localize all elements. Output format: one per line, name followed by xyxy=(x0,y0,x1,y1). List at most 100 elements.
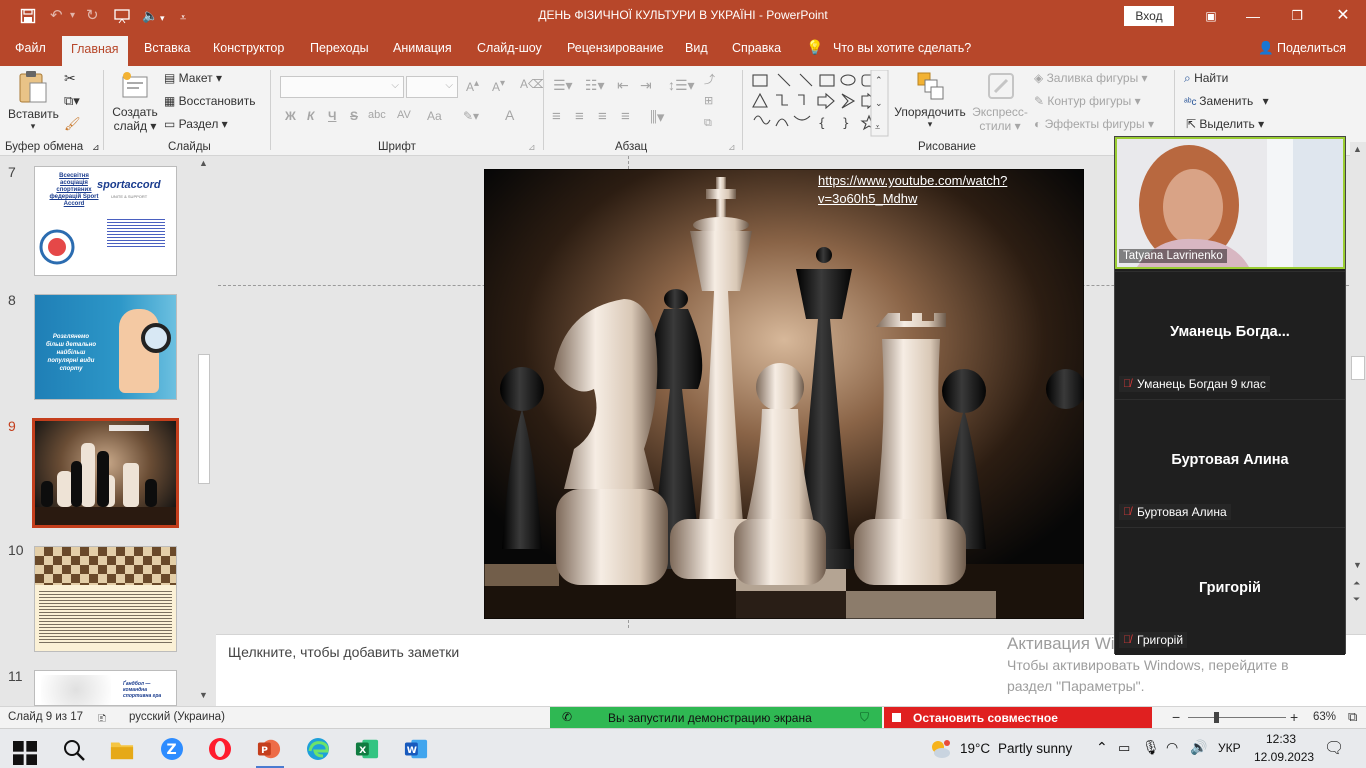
language-indicator[interactable]: русский (Украина) xyxy=(129,711,225,723)
cut-icon[interactable]: ✂ xyxy=(64,70,76,87)
strikethrough-button[interactable]: S xyxy=(350,109,358,123)
minimize-button[interactable]: — xyxy=(1238,4,1268,28)
share-button[interactable]: 👤 Поделиться xyxy=(1258,41,1346,56)
slide-thumbnail-7[interactable]: Всесвітня асоціація спортивних федерацій… xyxy=(34,166,177,276)
clipboard-launcher-icon[interactable]: ⊿ xyxy=(92,142,100,153)
scroll-down-icon[interactable]: ▼ xyxy=(1353,560,1362,570)
tab-home[interactable]: Главная xyxy=(62,36,128,66)
columns-icon[interactable]: ⫼▾ xyxy=(650,108,664,126)
shape-fill-button[interactable]: ◈ Заливка фигуры ▾ xyxy=(1034,71,1148,85)
participant-tile[interactable]: Уманець Богда... 🎙̸ Уманець Богдан 9 клас xyxy=(1115,271,1345,399)
notifications-icon[interactable]: 🗨 xyxy=(1324,738,1344,758)
shape-outline-button[interactable]: ✎ Контур фигуры ▾ xyxy=(1034,94,1141,108)
participant-video-tile[interactable]: Tatyana Lavrinenko xyxy=(1115,137,1345,269)
font-color-button[interactable]: A xyxy=(505,107,514,123)
justify-icon[interactable]: ≡ xyxy=(621,108,630,125)
volume-icon[interactable]: 🔊 xyxy=(1190,739,1207,756)
decrease-indent-icon[interactable]: ⇤ xyxy=(617,77,629,94)
tab-design[interactable]: Конструктор xyxy=(213,41,284,55)
maximize-button[interactable]: ❐ xyxy=(1282,4,1312,28)
zoom-app-icon[interactable]: Z xyxy=(160,737,184,761)
layout-button[interactable]: ▤ Макет ▾ xyxy=(164,71,222,85)
slide-thumbnail-11[interactable]: Ґандбол — командна спортивна гра xyxy=(34,670,177,706)
align-center-icon[interactable]: ≡ xyxy=(575,108,584,125)
tab-file[interactable]: Файл xyxy=(15,41,46,55)
tab-view[interactable]: Вид xyxy=(685,41,708,55)
clear-format-icon[interactable]: A⌫ xyxy=(520,77,545,91)
sign-in-button[interactable]: Вход xyxy=(1124,6,1174,26)
zoom-level[interactable]: 63% xyxy=(1313,711,1336,723)
highlight-icon[interactable]: ✎▾ xyxy=(463,109,479,123)
fit-slide-icon[interactable]: ⧉ xyxy=(1348,709,1357,725)
paste-button[interactable]: Вставить ▾ xyxy=(8,70,59,132)
align-right-icon[interactable]: ≡ xyxy=(598,108,607,125)
line-spacing-icon[interactable]: ↕☰▾ xyxy=(668,77,695,94)
format-painter-icon[interactable]: 🖌 xyxy=(64,116,81,132)
quick-styles-button[interactable]: Экспресс- стили ▾ xyxy=(968,70,1032,133)
select-button[interactable]: ⇱ Выделить ▾ xyxy=(1186,117,1264,131)
align-text-icon[interactable]: ⊞ xyxy=(704,94,713,107)
tell-me-input[interactable]: Что вы хотите сделать? xyxy=(833,41,971,55)
participant-tile[interactable]: Буртовая Алина 🎙̸ Буртовая Алина xyxy=(1115,399,1345,527)
scroll-up-icon[interactable]: ▲ xyxy=(1353,144,1362,154)
scroll-thumb[interactable] xyxy=(1351,356,1365,380)
weather-desc[interactable]: Partly sunny xyxy=(998,741,1072,756)
increase-indent-icon[interactable]: ⇥ xyxy=(640,77,652,94)
scroll-down-icon[interactable]: ▼ xyxy=(199,690,208,700)
stop-share-button[interactable]: Остановить совместное использование xyxy=(884,707,1152,739)
scroll-up-icon[interactable]: ▲ xyxy=(199,158,208,168)
excel-icon[interactable]: X xyxy=(355,737,379,761)
italic-button[interactable]: К xyxy=(307,109,314,123)
slide-scrollbar[interactable]: ▲ ▼ ⏶ ⏷ xyxy=(1350,142,1366,634)
tab-transitions[interactable]: Переходы xyxy=(310,41,369,55)
numbering-icon[interactable]: ☷▾ xyxy=(585,77,605,94)
word-icon[interactable]: W xyxy=(404,737,428,761)
new-slide-button[interactable]: Создать слайд ▾ xyxy=(110,70,160,133)
shapes-gallery[interactable]: {} ⌃ ⌄ ⩡ xyxy=(750,70,890,138)
ribbon-display-icon[interactable]: ▣ xyxy=(1196,4,1226,28)
tab-review[interactable]: Рецензирование xyxy=(567,41,664,55)
zoom-out-icon[interactable]: − xyxy=(1172,709,1180,725)
microphone-icon[interactable]: 🎙 xyxy=(1142,739,1160,756)
align-left-icon[interactable]: ≡ xyxy=(552,108,561,125)
zoom-in-icon[interactable]: + xyxy=(1290,709,1298,725)
replace-button[interactable]: ᵃᵇc Заменить ▾ xyxy=(1184,94,1269,108)
tab-slideshow[interactable]: Слайд-шоу xyxy=(477,41,542,55)
input-language[interactable]: УКР xyxy=(1218,741,1241,755)
close-button[interactable]: ✕ xyxy=(1328,4,1358,28)
section-button[interactable]: ▭ Раздел ▾ xyxy=(164,117,228,131)
slide-thumbnail-8[interactable]: Розглянемо більш детально найбільш попул… xyxy=(34,294,177,400)
text-direction-icon[interactable]: ⤴ xyxy=(704,71,715,87)
scroll-thumb[interactable] xyxy=(198,354,210,484)
clock-time[interactable]: 12:33 xyxy=(1266,732,1296,746)
font-launcher-icon[interactable]: ⊿ xyxy=(528,142,536,153)
battery-icon[interactable]: ▭ xyxy=(1118,740,1130,756)
slide-thumbnail-9-selected[interactable] xyxy=(32,418,179,528)
bullets-icon[interactable]: ☰▾ xyxy=(553,77,573,94)
bold-button[interactable]: Ж xyxy=(285,109,296,123)
tab-animations[interactable]: Анимация xyxy=(393,41,452,55)
weather-temp[interactable]: 19°C xyxy=(960,741,990,756)
notes-placeholder[interactable]: Щелкните, чтобы добавить заметки xyxy=(228,644,459,660)
increase-font-icon[interactable]: A▴ xyxy=(466,78,479,94)
underline-button[interactable]: Ч xyxy=(328,109,336,123)
windows-start-icon[interactable] xyxy=(13,741,37,765)
next-slide-icon[interactable]: ⏷ xyxy=(1353,594,1360,605)
thumbnails-scrollbar[interactable]: ▲ ▼ xyxy=(197,158,211,704)
file-explorer-icon[interactable] xyxy=(110,737,134,761)
smartart-icon[interactable]: ⧉ xyxy=(704,117,712,130)
zoom-slider-thumb[interactable] xyxy=(1214,712,1219,723)
powerpoint-icon[interactable]: P xyxy=(257,737,281,761)
arrange-button[interactable]: Упорядочить ▾ xyxy=(893,70,967,130)
shadow-button[interactable]: abc xyxy=(368,109,386,121)
change-case-button[interactable]: Aa xyxy=(427,109,442,123)
slide-thumbnail-10[interactable] xyxy=(34,546,177,652)
reset-button[interactable]: ▦ Восстановить xyxy=(164,94,256,108)
font-size-combo[interactable]: ⌵ xyxy=(406,76,458,98)
clock-date[interactable]: 12.09.2023 xyxy=(1254,750,1314,764)
char-spacing-button[interactable]: AV xyxy=(397,109,411,121)
shape-effects-button[interactable]: ◐ Эффекты фигуры ▾ xyxy=(1034,117,1154,131)
wifi-icon[interactable]: ◠ xyxy=(1166,739,1178,756)
decrease-font-icon[interactable]: A▾ xyxy=(492,78,505,94)
zoom-slider[interactable] xyxy=(1188,717,1286,718)
